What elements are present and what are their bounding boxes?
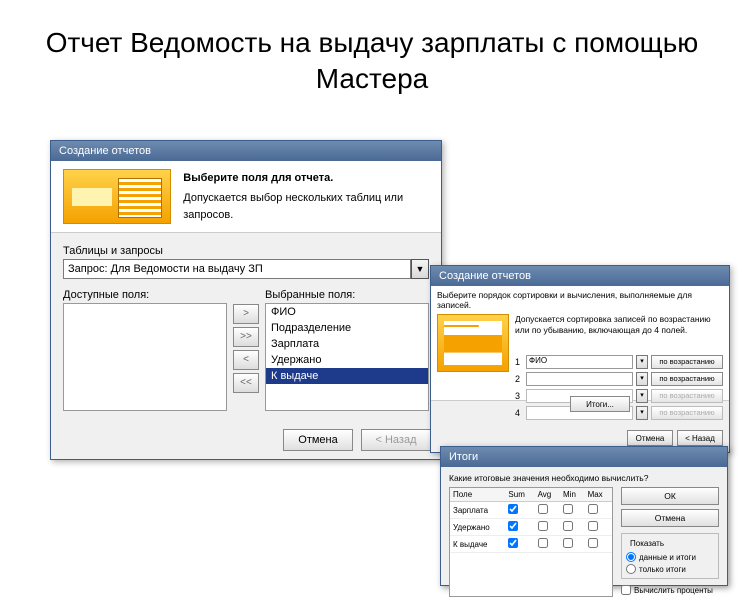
table-row: Удержано [450, 519, 612, 536]
max-checkbox[interactable] [588, 538, 598, 548]
field-name: Зарплата [450, 502, 505, 519]
chevron-down-icon[interactable]: ▼ [411, 259, 429, 279]
available-fields-listbox[interactable] [63, 303, 227, 411]
col-sum: Sum [505, 488, 534, 502]
sort-direction-button[interactable]: по возрастанию [651, 406, 723, 420]
list-item[interactable]: ФИО [266, 304, 428, 320]
min-checkbox[interactable] [563, 504, 573, 514]
sort-index: 1 [515, 357, 523, 367]
wizard-hero-text: Выберите поля для отчета. Допускается вы… [183, 170, 429, 224]
sum-checkbox[interactable] [508, 521, 518, 531]
totals-table: Поле Sum Avg Min Max ЗарплатаУдержаноК в… [449, 487, 613, 597]
field-name: Удержано [450, 519, 505, 536]
cancel-button[interactable]: Отмена [621, 509, 719, 527]
move-right-button[interactable]: > [233, 304, 259, 324]
totals-button[interactable]: Итоги... [570, 396, 630, 412]
col-field: Поле [450, 488, 505, 502]
list-item[interactable]: К выдаче [266, 368, 428, 384]
dialog-title: Создание отчетов [431, 266, 729, 286]
list-item[interactable]: Зарплата [266, 336, 428, 352]
avg-checkbox[interactable] [538, 538, 548, 548]
sort-row: 2 ▾по возрастанию [515, 372, 723, 386]
sum-checkbox[interactable] [508, 538, 518, 548]
chevron-down-icon[interactable]: ▾ [636, 355, 648, 369]
table-row: Зарплата [450, 502, 612, 519]
field-name: К выдаче [450, 536, 505, 553]
show-group-title: Показать [628, 539, 666, 548]
min-checkbox[interactable] [563, 538, 573, 548]
available-fields-label: Доступные поля: [63, 289, 227, 301]
sort-index: 2 [515, 374, 523, 384]
tables-queries-label: Таблицы и запросы [63, 245, 429, 257]
sort-field-combo[interactable]: ФИО [526, 355, 633, 369]
slide-title: Отчет Ведомость на выдачу зарплаты с пом… [0, 0, 744, 108]
dialog-title: Создание отчетов [51, 141, 441, 161]
chevron-down-icon[interactable]: ▾ [636, 389, 648, 403]
sort-direction-button[interactable]: по возрастанию [651, 372, 723, 386]
selected-fields-label: Выбранные поля: [265, 289, 429, 301]
sort-index: 3 [515, 391, 523, 401]
report-wizard-sort-dialog: Создание отчетов Выберите порядок сортир… [430, 265, 730, 453]
min-checkbox[interactable] [563, 521, 573, 531]
ok-button[interactable]: ОК [621, 487, 719, 505]
radio-detail-and-totals[interactable]: данные и итоги [626, 552, 714, 562]
wizard-hero-icon [437, 314, 509, 372]
sort-row: 1ФИО▾по возрастанию [515, 355, 723, 369]
table-row: К выдаче [450, 536, 612, 553]
sort-direction-button[interactable]: по возрастанию [651, 355, 723, 369]
back-button[interactable]: < Назад [361, 429, 431, 451]
col-max: Max [585, 488, 612, 502]
selected-fields-listbox[interactable]: ФИО Подразделение Зарплата Удержано К вы… [265, 303, 429, 411]
combo-input[interactable] [63, 259, 411, 279]
move-all-right-button[interactable]: >> [233, 327, 259, 347]
totals-dialog: Итоги Какие итоговые значения необходимо… [440, 446, 728, 586]
cancel-button[interactable]: Отмена [283, 429, 353, 451]
sort-index: 4 [515, 408, 523, 418]
chevron-down-icon[interactable]: ▾ [636, 406, 648, 420]
sort-direction-button[interactable]: по возрастанию [651, 389, 723, 403]
sort-field-combo[interactable] [526, 372, 633, 386]
col-avg: Avg [535, 488, 560, 502]
avg-checkbox[interactable] [538, 504, 548, 514]
cancel-button[interactable]: Отмена [627, 430, 673, 446]
dialog-title: Итоги [441, 447, 727, 467]
tables-queries-combo[interactable]: ▼ [63, 259, 429, 279]
max-checkbox[interactable] [588, 504, 598, 514]
move-all-left-button[interactable]: << [233, 373, 259, 393]
col-min: Min [560, 488, 585, 502]
back-button[interactable]: < Назад [677, 430, 723, 446]
list-item[interactable]: Удержано [266, 352, 428, 368]
max-checkbox[interactable] [588, 521, 598, 531]
hero-heading: Выберите поля для отчета. [183, 170, 429, 187]
show-group: Показать данные и итоги только итоги [621, 533, 719, 579]
totals-question: Какие итоговые значения необходимо вычис… [441, 467, 727, 487]
list-item[interactable]: Подразделение [266, 320, 428, 336]
move-left-button[interactable]: < [233, 350, 259, 370]
sort-instruction-1: Выберите порядок сортировки и вычисления… [437, 290, 723, 310]
sum-checkbox[interactable] [508, 504, 518, 514]
sort-instruction-2: Допускается сортировка записей по возрас… [515, 314, 723, 334]
avg-checkbox[interactable] [538, 521, 548, 531]
checkbox-compute-percent[interactable]: Вычислить проценты [621, 585, 719, 595]
hero-sub: Допускается выбор нескольких таблиц или … [183, 190, 429, 223]
report-wizard-fields-dialog: Создание отчетов Выберите поля для отчет… [50, 140, 442, 460]
wizard-hero-icon [63, 169, 171, 224]
chevron-down-icon[interactable]: ▾ [636, 372, 648, 386]
radio-totals-only[interactable]: только итоги [626, 564, 714, 574]
